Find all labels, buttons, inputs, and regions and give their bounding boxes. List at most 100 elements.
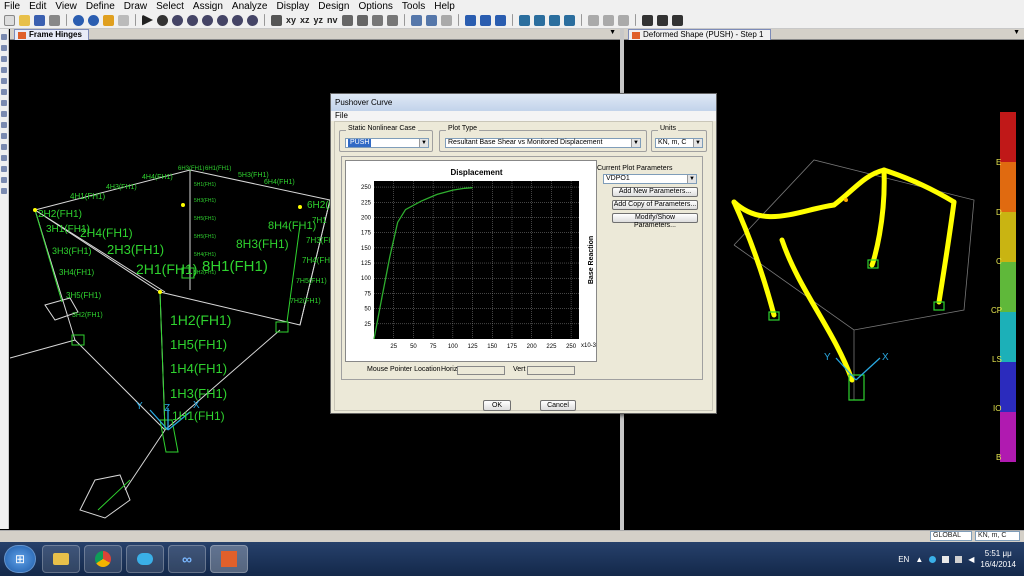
system-clock[interactable]: 5:51 μμ 16/4/2014 — [980, 548, 1016, 570]
chevron-down-icon[interactable]: ▼ — [609, 29, 616, 36]
snap-midpoint-icon[interactable] — [1, 177, 7, 183]
reactions-icon[interactable] — [563, 14, 575, 26]
draw-brace-icon[interactable] — [1, 89, 7, 95]
new-file-icon[interactable] — [4, 14, 15, 26]
down-arrow-icon[interactable] — [386, 14, 398, 26]
dialog-units-select[interactable]: KN, m, C ▼ — [655, 138, 703, 148]
menu-options[interactable]: Options — [358, 1, 392, 12]
select-previous-icon[interactable] — [1, 144, 7, 150]
snap-icon[interactable] — [656, 14, 668, 26]
coordinate-system-select[interactable]: GLOBAL — [930, 531, 972, 541]
zoom-in-icon[interactable] — [187, 14, 198, 26]
taskbar-explorer[interactable] — [42, 545, 80, 573]
frame-section-icon[interactable] — [479, 14, 491, 26]
lock-icon[interactable] — [118, 14, 129, 26]
view-xz-button[interactable]: xz — [300, 15, 310, 25]
add-copy-parameters-button[interactable]: Add Copy of Parameters... — [612, 200, 698, 210]
network-icon[interactable] — [929, 555, 937, 563]
right-pane-tab[interactable]: Deformed Shape (PUSH) - Step 1 — [628, 29, 771, 40]
menu-assign[interactable]: Assign — [193, 1, 223, 12]
static-case-select[interactable]: PUSH ▼ — [345, 138, 429, 148]
frame-loads-icon[interactable] — [494, 14, 506, 26]
design-icon[interactable] — [587, 14, 599, 26]
units-select[interactable]: KN, m, C — [975, 531, 1020, 541]
menu-file[interactable]: File — [4, 1, 20, 12]
deformed-shape-icon[interactable] — [518, 14, 530, 26]
view-xy-button[interactable]: xy — [286, 15, 296, 25]
display-icon[interactable] — [955, 555, 963, 563]
perspective-icon[interactable] — [341, 14, 353, 26]
menu-define[interactable]: Define — [86, 1, 115, 12]
menu-select[interactable]: Select — [156, 1, 184, 12]
pencil-icon[interactable] — [103, 14, 114, 26]
dialog-title-bar[interactable]: Pushover Curve — [331, 94, 716, 111]
current-params-select[interactable]: VDPO1 ▼ — [603, 174, 697, 184]
flag-icon[interactable] — [942, 555, 950, 563]
print-icon[interactable] — [49, 14, 60, 26]
volume-icon[interactable]: ◀ — [968, 555, 974, 564]
menu-view[interactable]: View — [55, 1, 77, 12]
grid-icon[interactable] — [410, 14, 422, 26]
view-nv-button[interactable]: nv — [327, 15, 338, 25]
zoom-extents-icon[interactable] — [217, 14, 228, 26]
menu-analyze[interactable]: Analyze — [232, 1, 268, 12]
forces-icon[interactable] — [533, 14, 545, 26]
redo-icon[interactable] — [88, 14, 99, 26]
menu-design[interactable]: Design — [318, 1, 349, 12]
taskbar-media[interactable]: ∞ — [168, 545, 206, 573]
start-button[interactable]: ⊞ — [4, 545, 36, 573]
zoom-window-icon[interactable] — [172, 14, 183, 26]
menu-edit[interactable]: Edit — [29, 1, 46, 12]
taskbar-chrome[interactable] — [84, 545, 122, 573]
pan-icon[interactable] — [247, 14, 258, 26]
ok-button[interactable]: OK — [483, 400, 511, 411]
view-yz-button[interactable]: yz — [314, 15, 324, 25]
menu-display[interactable]: Display — [277, 1, 310, 12]
report-icon[interactable] — [617, 14, 629, 26]
options-icon[interactable] — [671, 14, 683, 26]
reshape-icon[interactable] — [1, 45, 7, 51]
quick-draw-icon[interactable] — [1, 78, 7, 84]
draw-frame-icon[interactable] — [1, 67, 7, 73]
select-all-icon[interactable] — [1, 133, 7, 139]
rotate-icon[interactable] — [356, 14, 368, 26]
tray-arrow-icon[interactable]: ▲ — [915, 555, 923, 564]
taskbar-sap2000[interactable] — [210, 545, 248, 573]
stresses-icon[interactable] — [548, 14, 560, 26]
language-indicator[interactable]: EN — [898, 555, 909, 564]
draw-poly-icon[interactable] — [1, 122, 7, 128]
refresh-icon[interactable] — [157, 14, 168, 26]
check-icon[interactable] — [602, 14, 614, 26]
plot-type-select[interactable]: Resultant Base Shear vs Monitored Displa… — [445, 138, 641, 148]
snap-intersection-icon[interactable] — [1, 188, 7, 194]
pushover-plot-area[interactable]: 25 50 75 100 125 150 175 200 225 250 25 50 75 100 125 1… — [345, 160, 597, 362]
modify-show-parameters-button[interactable]: Modify/Show Parameters... — [612, 213, 698, 229]
cancel-button[interactable]: Cancel — [540, 400, 576, 411]
menu-help[interactable]: Help — [434, 1, 455, 12]
pointer-icon[interactable] — [1, 34, 7, 40]
display-icon[interactable] — [425, 14, 437, 26]
draw-rect-icon[interactable] — [1, 111, 7, 117]
zoom-previous-icon[interactable] — [232, 14, 243, 26]
left-pane-tab[interactable]: Frame Hinges — [14, 29, 89, 40]
dialog-menu-file[interactable]: File — [335, 111, 348, 120]
taskbar-messenger[interactable] — [126, 545, 164, 573]
menu-tools[interactable]: Tools — [402, 1, 425, 12]
menu-draw[interactable]: Draw — [124, 1, 147, 12]
3d-view-icon[interactable] — [271, 14, 282, 26]
save-icon[interactable] — [34, 14, 45, 26]
open-folder-icon[interactable] — [19, 14, 30, 26]
add-new-parameters-button[interactable]: Add New Parameters... — [612, 187, 698, 197]
run-analysis-icon[interactable] — [142, 14, 153, 26]
draw-point-icon[interactable] — [1, 56, 7, 62]
undo-icon[interactable] — [73, 14, 84, 26]
clear-selection-icon[interactable] — [1, 155, 7, 161]
chevron-down-icon[interactable]: ▼ — [1013, 29, 1020, 36]
frame-icon[interactable] — [464, 14, 476, 26]
up-arrow-icon[interactable] — [371, 14, 383, 26]
section-tool-icon[interactable] — [641, 14, 653, 26]
zoom-out-icon[interactable] — [202, 14, 213, 26]
snap-joint-icon[interactable] — [1, 166, 7, 172]
fraction-icon[interactable] — [440, 14, 452, 26]
draw-area-icon[interactable] — [1, 100, 7, 106]
